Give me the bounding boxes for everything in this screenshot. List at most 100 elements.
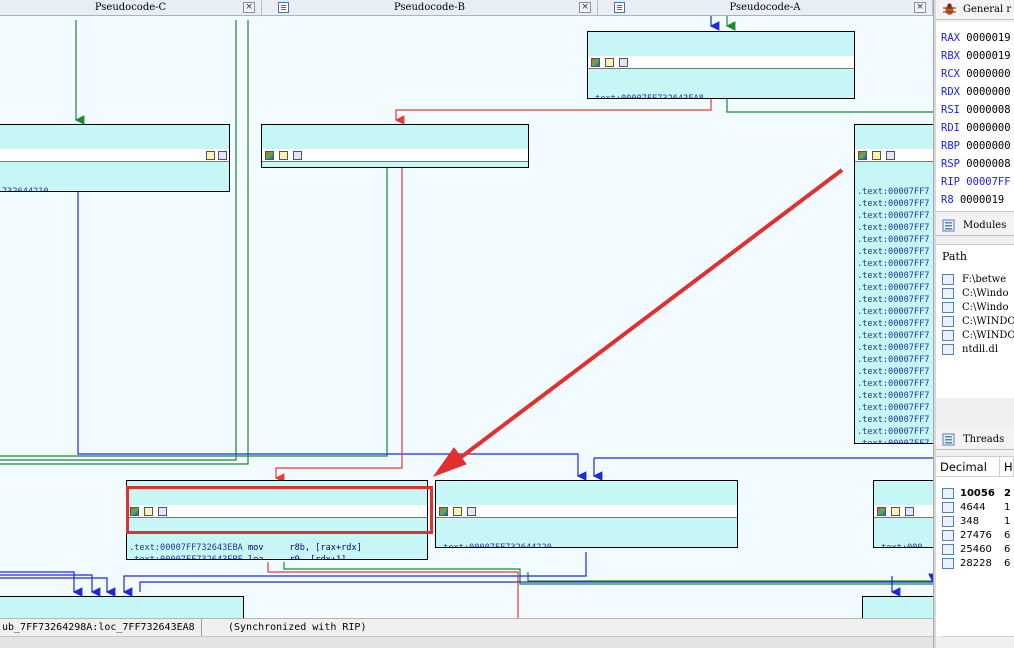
- code-line[interactable]: .text:00007FF7: [855, 414, 933, 426]
- general-registers-header[interactable]: General r: [936, 0, 1014, 20]
- code-line[interactable]: .text:00007FF7: [855, 306, 933, 318]
- thread-row[interactable]: 28228 6: [942, 557, 1010, 570]
- code-line[interactable]: .text:00007FF7: [855, 330, 933, 342]
- code-line[interactable]: .text:00007FF7: [855, 294, 933, 306]
- close-icon[interactable]: ×: [579, 2, 591, 13]
- code-block-bottom-partial-right[interactable]: [862, 596, 933, 618]
- code-line[interactable]: .text:00007FF7: [855, 318, 933, 330]
- thread-decimal: 348: [960, 516, 980, 527]
- tab-pseudocode-b[interactable]: Pseudocode-B ×: [262, 0, 598, 16]
- code-block-bottom-partial-left[interactable]: [0, 596, 244, 618]
- register-value[interactable]: 0000008: [966, 158, 1010, 170]
- threads-list: Decimal H 10056 2 4644 1 348 1 27476 6 25460 6 282…: [936, 456, 1014, 636]
- register-rbp[interactable]: RBP 0000000: [941, 139, 1011, 153]
- code-line[interactable]: .text:00007FF7: [855, 426, 933, 438]
- code-address: .text:00007FF7: [857, 439, 930, 444]
- register-value[interactable]: 0000000: [966, 68, 1010, 80]
- code-address: .text:00007FF7: [857, 343, 930, 353]
- register-name: RBP: [941, 140, 960, 152]
- code-line[interactable]: .text:00007FF7: [855, 438, 933, 444]
- module-item[interactable]: C:\Windo: [942, 301, 1009, 314]
- threads-header[interactable]: Threads: [936, 430, 1014, 450]
- code-instruction: mov r8b, [rax+rdx]: [242, 543, 362, 553]
- module-item[interactable]: ntdll.dl: [942, 343, 998, 356]
- register-value[interactable]: 0000019: [966, 32, 1010, 44]
- module-path: C:\WINDO: [962, 316, 1014, 327]
- code-block-bottom-middle[interactable]: .text:00007FF732644220.text:00007FF73264…: [435, 480, 738, 548]
- code-address: .text:00007FF7: [857, 319, 930, 329]
- code-line[interactable]: .text:00007FF7: [855, 366, 933, 378]
- thread-decimal: 4644: [960, 502, 986, 513]
- code-line[interactable]: .text:00007FF732643EBA mov r8b, [rax+rdx…: [127, 542, 427, 554]
- code-line[interactable]: .text:00007FF7: [855, 270, 933, 282]
- register-value[interactable]: 0000000: [966, 140, 1010, 152]
- code-block-left[interactable]: 732644210732644210 loc_7FF732644210:7326…: [0, 124, 230, 192]
- module-item[interactable]: C:\WINDO: [942, 315, 1014, 328]
- registers-list: RAX 0000019 RBX 0000019 RCX 0000000 RDX 000…: [936, 22, 1014, 212]
- register-value[interactable]: 0000019: [966, 50, 1010, 62]
- path-column-header[interactable]: Path: [942, 250, 967, 263]
- register-rdi[interactable]: RDI 0000000: [941, 121, 1011, 135]
- thread-row[interactable]: 27476 6: [942, 529, 1010, 542]
- register-value[interactable]: 0000000: [966, 86, 1010, 98]
- thread-row[interactable]: 4644 1: [942, 501, 1010, 514]
- code-line[interactable]: .text:00007FF7: [855, 342, 933, 354]
- register-name: RDX: [941, 86, 960, 98]
- register-rdx[interactable]: RDX 0000000: [941, 85, 1011, 99]
- tab-pseudocode-c[interactable]: Pseudocode-C ×: [0, 0, 262, 16]
- module-item[interactable]: C:\WINDO: [942, 329, 1014, 342]
- code-line[interactable]: .text:00007FF7: [855, 390, 933, 402]
- thread-icon: [942, 516, 954, 527]
- modules-list: Path F:\betwe C:\Windo C:\Windo C:\WINDO C:\…: [936, 244, 1014, 637]
- code-line[interactable]: .text:00007FF7: [855, 282, 933, 294]
- code-line[interactable]: .text:00007FF732643EBE lea r9, [rdx+1]: [127, 554, 427, 559]
- modules-header[interactable]: Modules: [936, 216, 1014, 236]
- code-line[interactable]: .text:00007FF7: [855, 246, 933, 258]
- close-icon[interactable]: ×: [243, 2, 255, 13]
- thread-row[interactable]: 25460 6: [942, 543, 1010, 556]
- graph-view[interactable]: .text:00007FF732643EA8 .text:00007FF73264…: [0, 16, 933, 618]
- module-path: F:\betwe: [962, 274, 1007, 285]
- register-value[interactable]: 0000008: [966, 104, 1010, 116]
- register-rsp[interactable]: RSP 0000008: [941, 157, 1011, 171]
- code-line[interactable]: .text:00007FF7: [855, 234, 933, 246]
- code-line[interactable]: .text:00007FF7: [855, 198, 933, 210]
- code-block-middle[interactable]: .text:00007FF732643EB1 cmp r12, rdx.text…: [261, 124, 529, 168]
- code-address: .text:00007FF7: [857, 271, 930, 281]
- code-line[interactable]: .text:00007FF7: [855, 402, 933, 414]
- register-rsi[interactable]: RSI 0000008: [941, 103, 1011, 117]
- code-line[interactable]: .text:00007FF732644220: [436, 542, 737, 547]
- code-block-top[interactable]: .text:00007FF732643EA8.text:00007FF73264…: [587, 31, 855, 99]
- register-rip[interactable]: RIP 00007FF: [941, 175, 1011, 189]
- code-line[interactable]: 732644210: [0, 186, 229, 191]
- module-item[interactable]: C:\Windo: [942, 287, 1009, 300]
- close-icon[interactable]: ×: [914, 2, 926, 13]
- code-block-right[interactable]: .text:00007FF7 .text:00007FF7 .text:00007F…: [854, 124, 933, 444]
- code-line[interactable]: .text:00007FF7: [855, 354, 933, 366]
- register-name: RBX: [941, 50, 960, 62]
- code-line[interactable]: .text:00007FF732643EA8: [588, 93, 854, 98]
- module-item[interactable]: F:\betwe: [942, 273, 1006, 286]
- thread-row[interactable]: 10056 2: [942, 487, 1011, 500]
- code-line[interactable]: .text:00007FF7: [855, 258, 933, 270]
- code-address: .text:00007FF7: [857, 235, 930, 245]
- register-rbx[interactable]: RBX 0000019: [941, 49, 1011, 63]
- register-value[interactable]: 0000019: [960, 194, 1004, 206]
- code-line[interactable]: .text:00007FF7: [855, 378, 933, 390]
- register-value[interactable]: 0000000: [966, 122, 1010, 134]
- code-address: .text:00007FF7: [857, 403, 930, 413]
- register-rax[interactable]: RAX 0000019: [941, 31, 1011, 45]
- register-value[interactable]: 00007FF: [966, 176, 1010, 188]
- register-r8[interactable]: R8 0000019: [941, 193, 1004, 207]
- module-icon: [942, 274, 954, 285]
- thread-row[interactable]: 348 1: [942, 515, 1010, 528]
- decimal-column-header[interactable]: Decimal: [936, 457, 1000, 477]
- code-address: .text:00007FF7: [857, 355, 930, 365]
- register-rcx[interactable]: RCX 0000000: [941, 67, 1011, 81]
- code-line[interactable]: .text:00007FF7: [855, 222, 933, 234]
- hex-column-header[interactable]: H: [1000, 457, 1014, 477]
- block-header: [262, 149, 528, 162]
- code-block-bottom-right[interactable]: .text:000.text:000.text:000.text:000: [873, 480, 933, 548]
- code-line[interactable]: .text:00007FF7: [855, 210, 933, 222]
- tab-pseudocode-a[interactable]: Pseudocode-A ×: [598, 0, 933, 16]
